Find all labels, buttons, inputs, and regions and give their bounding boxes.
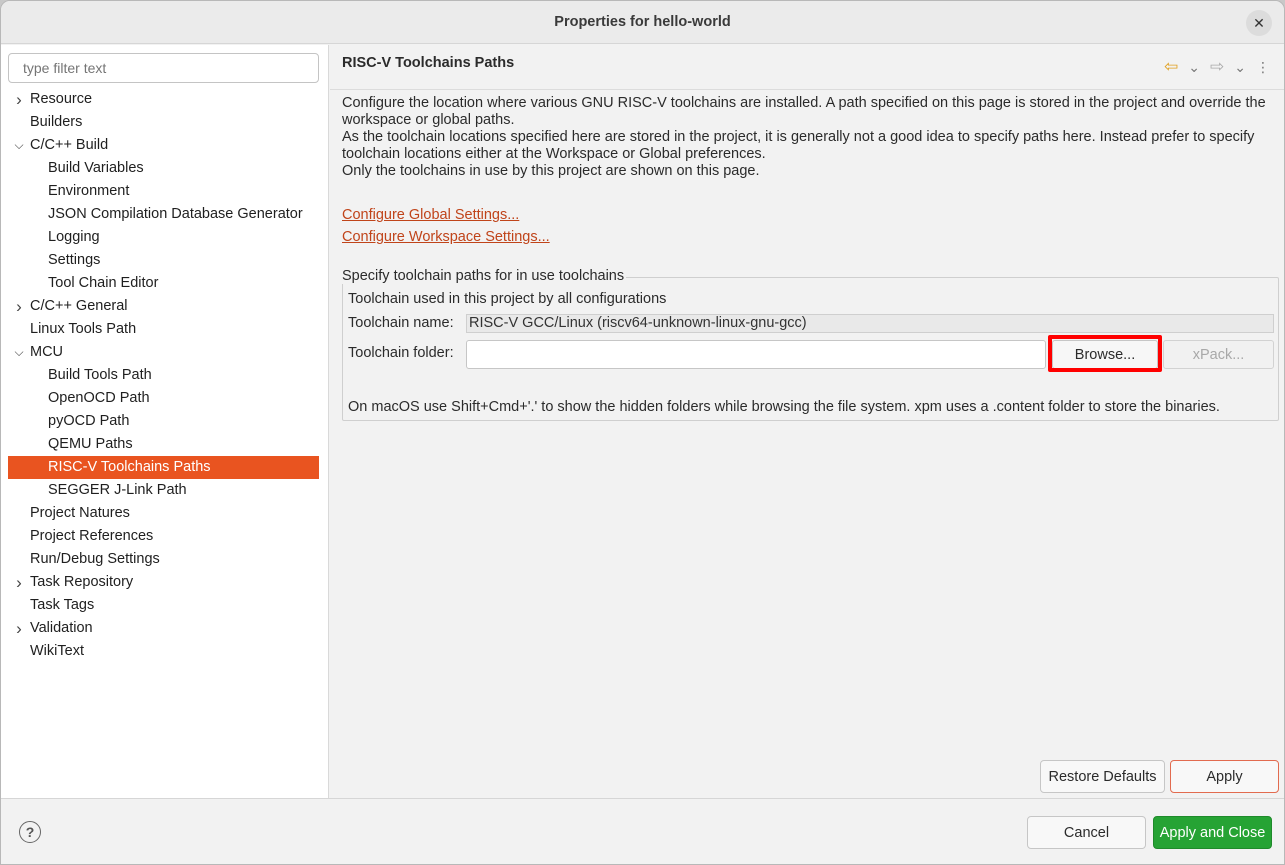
- kebab-menu-icon[interactable]: ⋮: [1256, 59, 1270, 75]
- tree-item-label: C/C++ Build: [30, 137, 109, 153]
- tree-item[interactable]: SEGGER J-Link Path: [1, 479, 329, 502]
- tree-item-label: WikiText: [30, 643, 84, 659]
- tree-item[interactable]: JSON Compilation Database Generator: [1, 203, 329, 226]
- tree-item-label: Tool Chain Editor: [48, 275, 159, 291]
- group-label: Specify toolchain paths for in use toolc…: [342, 268, 627, 284]
- tree-item-label: SEGGER J-Link Path: [48, 482, 187, 498]
- tree-item-label: Build Variables: [48, 160, 144, 176]
- description-line: As the toolchain locations specified her…: [342, 129, 1255, 162]
- tree-item-label: QEMU Paths: [48, 436, 133, 452]
- tree-item-label: Logging: [48, 229, 100, 245]
- description-line: Only the toolchains in use by this proje…: [342, 163, 760, 179]
- cancel-button[interactable]: Cancel: [1027, 816, 1146, 849]
- tree-item[interactable]: › Resource: [1, 88, 329, 111]
- tree-item-label: Settings: [48, 252, 101, 268]
- page-header: RISC-V Toolchains Paths ⇦ ⌄ ⇨ ⌄ ⋮: [330, 45, 1284, 90]
- tree-item[interactable]: pyOCD Path: [1, 410, 329, 433]
- group-label-text: Specify toolchain paths for in use toolc…: [342, 268, 625, 284]
- tree-item-label: Builders: [30, 114, 83, 130]
- property-page: RISC-V Toolchains Paths ⇦ ⌄ ⇨ ⌄ ⋮ Config…: [330, 45, 1284, 798]
- hint-text: On macOS use Shift+Cmd+'.' to show the h…: [348, 399, 1220, 415]
- page-description: Configure the location where various GNU…: [342, 95, 1277, 180]
- tree-item-label: Task Repository: [30, 574, 134, 590]
- property-tree: › Resource Builders ⌵ C/C++ Build Build Varia…: [1, 88, 329, 663]
- toolchain-name-field: RISC-V GCC/Linux (riscv64-unknown-linux-…: [466, 314, 1274, 333]
- tree-item-label: C/C++ General: [30, 298, 128, 314]
- tree-item[interactable]: Builders: [1, 111, 329, 134]
- tree-item[interactable]: Settings: [1, 249, 329, 272]
- apply-button[interactable]: Apply: [1170, 760, 1279, 793]
- close-icon: ✕: [1253, 14, 1265, 31]
- tree-item[interactable]: WikiText: [1, 640, 329, 663]
- tree-item-label: OpenOCD Path: [48, 390, 150, 406]
- help-icon[interactable]: ?: [19, 821, 41, 843]
- chevron-down-icon[interactable]: ⌵: [12, 134, 26, 157]
- toolchain-name-label: Toolchain name:: [348, 315, 454, 331]
- tree-item-label: pyOCD Path: [48, 413, 130, 429]
- page-title: RISC-V Toolchains Paths: [342, 55, 515, 71]
- tree-item[interactable]: Tool Chain Editor: [1, 272, 329, 295]
- tree-item[interactable]: › C/C++ General: [1, 295, 329, 318]
- tree-item[interactable]: Project Natures: [1, 502, 329, 525]
- chevron-right-icon[interactable]: ›: [12, 295, 26, 318]
- tree-item-label: MCU: [30, 344, 64, 360]
- tree-item[interactable]: Logging: [1, 226, 329, 249]
- chevron-right-icon[interactable]: ›: [12, 571, 26, 594]
- dialog-footer: ? Cancel Apply and Close: [1, 798, 1284, 864]
- tree-item[interactable]: Project References: [1, 525, 329, 548]
- tree-item[interactable]: Build Variables: [1, 157, 329, 180]
- description-line: Configure the location where various GNU…: [342, 95, 1266, 128]
- toolchain-folder-label: Toolchain folder:: [348, 345, 454, 361]
- browse-button[interactable]: Browse...: [1052, 340, 1158, 369]
- toolchain-folder-input[interactable]: [466, 340, 1046, 369]
- back-arrow-icon[interactable]: ⇦: [1164, 58, 1178, 75]
- tree-item[interactable]: Environment: [1, 180, 329, 203]
- tree-item-label: Task Tags: [30, 597, 95, 613]
- navigation-pane: ›ResourceBuilders⌵C/C++ BuildBuild Varia…: [1, 45, 329, 798]
- close-button[interactable]: ✕: [1246, 10, 1272, 36]
- restore-defaults-button[interactable]: Restore Defaults: [1040, 760, 1165, 793]
- tree-item-label: Validation: [30, 620, 93, 636]
- tree-item-label: RISC-V Toolchains Paths: [48, 459, 211, 475]
- tree-item[interactable]: › Task Repository: [1, 571, 329, 594]
- tree-item[interactable]: Run/Debug Settings: [1, 548, 329, 571]
- filter-input[interactable]: [8, 53, 319, 83]
- configure-workspace-link[interactable]: Configure Workspace Settings...: [342, 229, 550, 245]
- forward-arrow-icon[interactable]: ⇨: [1210, 58, 1224, 75]
- tree-item[interactable]: › Validation: [1, 617, 329, 640]
- chevron-down-icon[interactable]: ⌄: [1188, 59, 1200, 75]
- chevron-down-icon[interactable]: ⌵: [12, 341, 26, 364]
- tree-item[interactable]: RISC-V Toolchains Paths: [8, 456, 319, 479]
- toolchain-paths-group: Toolchain used in this project by all co…: [342, 277, 1279, 421]
- dialog-title: Properties for hello-world: [554, 14, 731, 30]
- tree-item[interactable]: Linux Tools Path: [1, 318, 329, 341]
- tree-item-label: Linux Tools Path: [30, 321, 137, 337]
- tree-item-label: Project Natures: [30, 505, 130, 521]
- tree-item-label: Run/Debug Settings: [30, 551, 160, 567]
- chevron-right-icon[interactable]: ›: [12, 617, 26, 640]
- configure-global-link[interactable]: Configure Global Settings...: [342, 207, 519, 223]
- title-bar: Properties for hello-world ✕: [1, 1, 1284, 44]
- group-subtitle: Toolchain used in this project by all co…: [348, 291, 667, 307]
- tree-item-label: Environment: [48, 183, 130, 199]
- chevron-right-icon[interactable]: ›: [12, 88, 26, 111]
- tree-item-label: Build Tools Path: [48, 367, 152, 383]
- xpack-button: xPack...: [1163, 340, 1274, 369]
- tree-item[interactable]: ⌵ C/C++ Build: [1, 134, 329, 157]
- apply-and-close-button[interactable]: Apply and Close: [1153, 816, 1272, 849]
- tree-item-label: Resource: [30, 91, 93, 107]
- tree-item[interactable]: Task Tags: [1, 594, 329, 617]
- tree-item[interactable]: Build Tools Path: [1, 364, 329, 387]
- tree-item[interactable]: OpenOCD Path: [1, 387, 329, 410]
- properties-dialog: Properties for hello-world ✕ ›ResourceBu…: [0, 0, 1285, 865]
- page-nav: ⇦ ⌄ ⇨ ⌄ ⋮: [1164, 58, 1270, 75]
- chevron-down-icon[interactable]: ⌄: [1234, 59, 1246, 75]
- tree-item-label: Project References: [30, 528, 154, 544]
- tree-item[interactable]: ⌵ MCU: [1, 341, 329, 364]
- tree-item[interactable]: QEMU Paths: [1, 433, 329, 456]
- tree-item-label: JSON Compilation Database Generator: [48, 206, 303, 222]
